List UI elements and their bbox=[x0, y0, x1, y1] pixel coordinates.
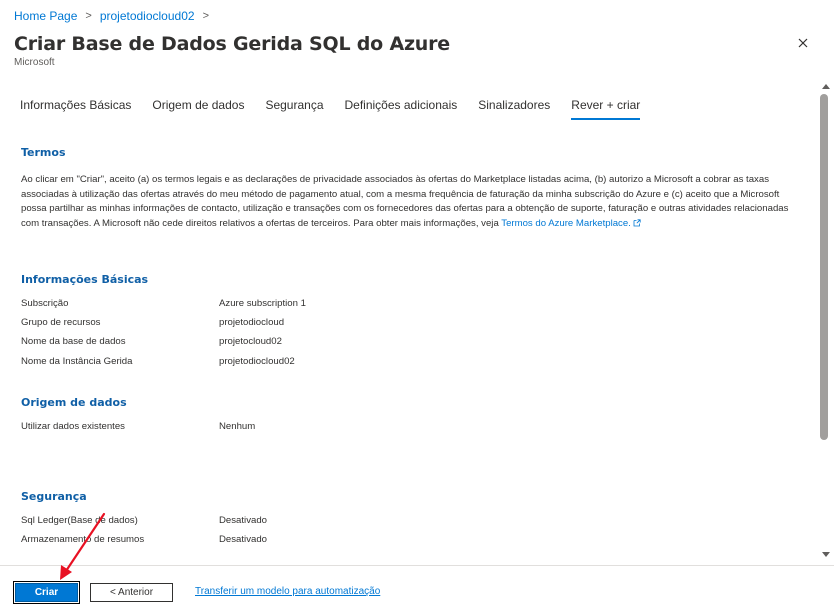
close-icon bbox=[798, 38, 808, 48]
tab-informacoes-basicas[interactable]: Informações Básicas bbox=[20, 98, 131, 120]
previous-button[interactable]: < Anterior bbox=[90, 583, 173, 602]
tab-definicoes-adicionais[interactable]: Definições adicionais bbox=[345, 98, 458, 120]
tab-origem-de-dados[interactable]: Origem de dados bbox=[152, 98, 244, 120]
chevron-right-icon: > bbox=[202, 10, 209, 22]
terms-paragraph: Ao clicar em "Criar", aceito (a) os term… bbox=[21, 173, 796, 231]
scroll-up-icon[interactable] bbox=[822, 84, 830, 89]
database-name-value: projetocloud02 bbox=[219, 336, 282, 347]
vertical-scrollbar[interactable] bbox=[818, 82, 834, 562]
breadcrumb-resource[interactable]: projetodiocloud02 bbox=[100, 9, 195, 23]
sql-ledger-value: Desativado bbox=[219, 515, 267, 526]
subscription-value: Azure subscription 1 bbox=[219, 298, 306, 309]
terms-heading: Termos bbox=[21, 146, 66, 159]
basics-heading: Informações Básicas bbox=[21, 273, 149, 286]
managed-instance-value: projetodiocloud02 bbox=[219, 356, 295, 367]
breadcrumb-home[interactable]: Home Page bbox=[14, 9, 77, 23]
scrollbar-thumb[interactable] bbox=[820, 94, 828, 440]
tab-bar: Informações Básicas Origem de dados Segu… bbox=[20, 98, 661, 120]
sql-ledger-label: Sql Ledger(Base de dados) bbox=[21, 515, 138, 526]
resource-group-label: Grupo de recursos bbox=[21, 317, 101, 328]
action-footer: Criar < Anterior Transferir um modelo pa… bbox=[0, 565, 834, 616]
digest-storage-label: Armazenamento de resumos bbox=[21, 534, 145, 545]
datasource-heading: Origem de dados bbox=[21, 396, 127, 409]
use-existing-data-value: Nenhum bbox=[219, 421, 256, 432]
more-options-button[interactable]: ··· bbox=[394, 36, 411, 52]
page-title: Criar Base de Dados Gerida SQL do Azure bbox=[14, 33, 450, 55]
subscription-label: Subscrição bbox=[21, 298, 69, 309]
tab-rever-criar[interactable]: Rever + criar bbox=[571, 98, 641, 120]
security-heading: Segurança bbox=[21, 490, 87, 503]
database-name-label: Nome da base de dados bbox=[21, 336, 126, 347]
managed-instance-label: Nome da Instância Gerida bbox=[21, 356, 133, 367]
scroll-down-icon[interactable] bbox=[822, 552, 830, 557]
terms-body: Ao clicar em "Criar", aceito (a) os term… bbox=[21, 174, 789, 229]
azure-marketplace-terms-link[interactable]: Termos do Azure Marketplace. bbox=[501, 218, 631, 229]
page-subtitle: Microsoft bbox=[14, 57, 55, 68]
close-button[interactable] bbox=[795, 35, 811, 51]
use-existing-data-label: Utilizar dados existentes bbox=[21, 421, 125, 432]
external-link-icon bbox=[633, 219, 641, 227]
tab-sinalizadores[interactable]: Sinalizadores bbox=[478, 98, 550, 120]
create-button[interactable]: Criar bbox=[13, 581, 80, 604]
resource-group-value: projetodiocloud bbox=[219, 317, 285, 328]
chevron-right-icon: > bbox=[85, 10, 92, 22]
breadcrumb: Home Page > projetodiocloud02 > bbox=[14, 9, 209, 23]
digest-storage-value: Desativado bbox=[219, 534, 267, 545]
review-content: Termos Ao clicar em "Criar", aceito (a) … bbox=[0, 130, 818, 560]
download-template-link[interactable]: Transferir um modelo para automatização bbox=[195, 586, 380, 597]
tab-seguranca[interactable]: Segurança bbox=[265, 98, 323, 120]
